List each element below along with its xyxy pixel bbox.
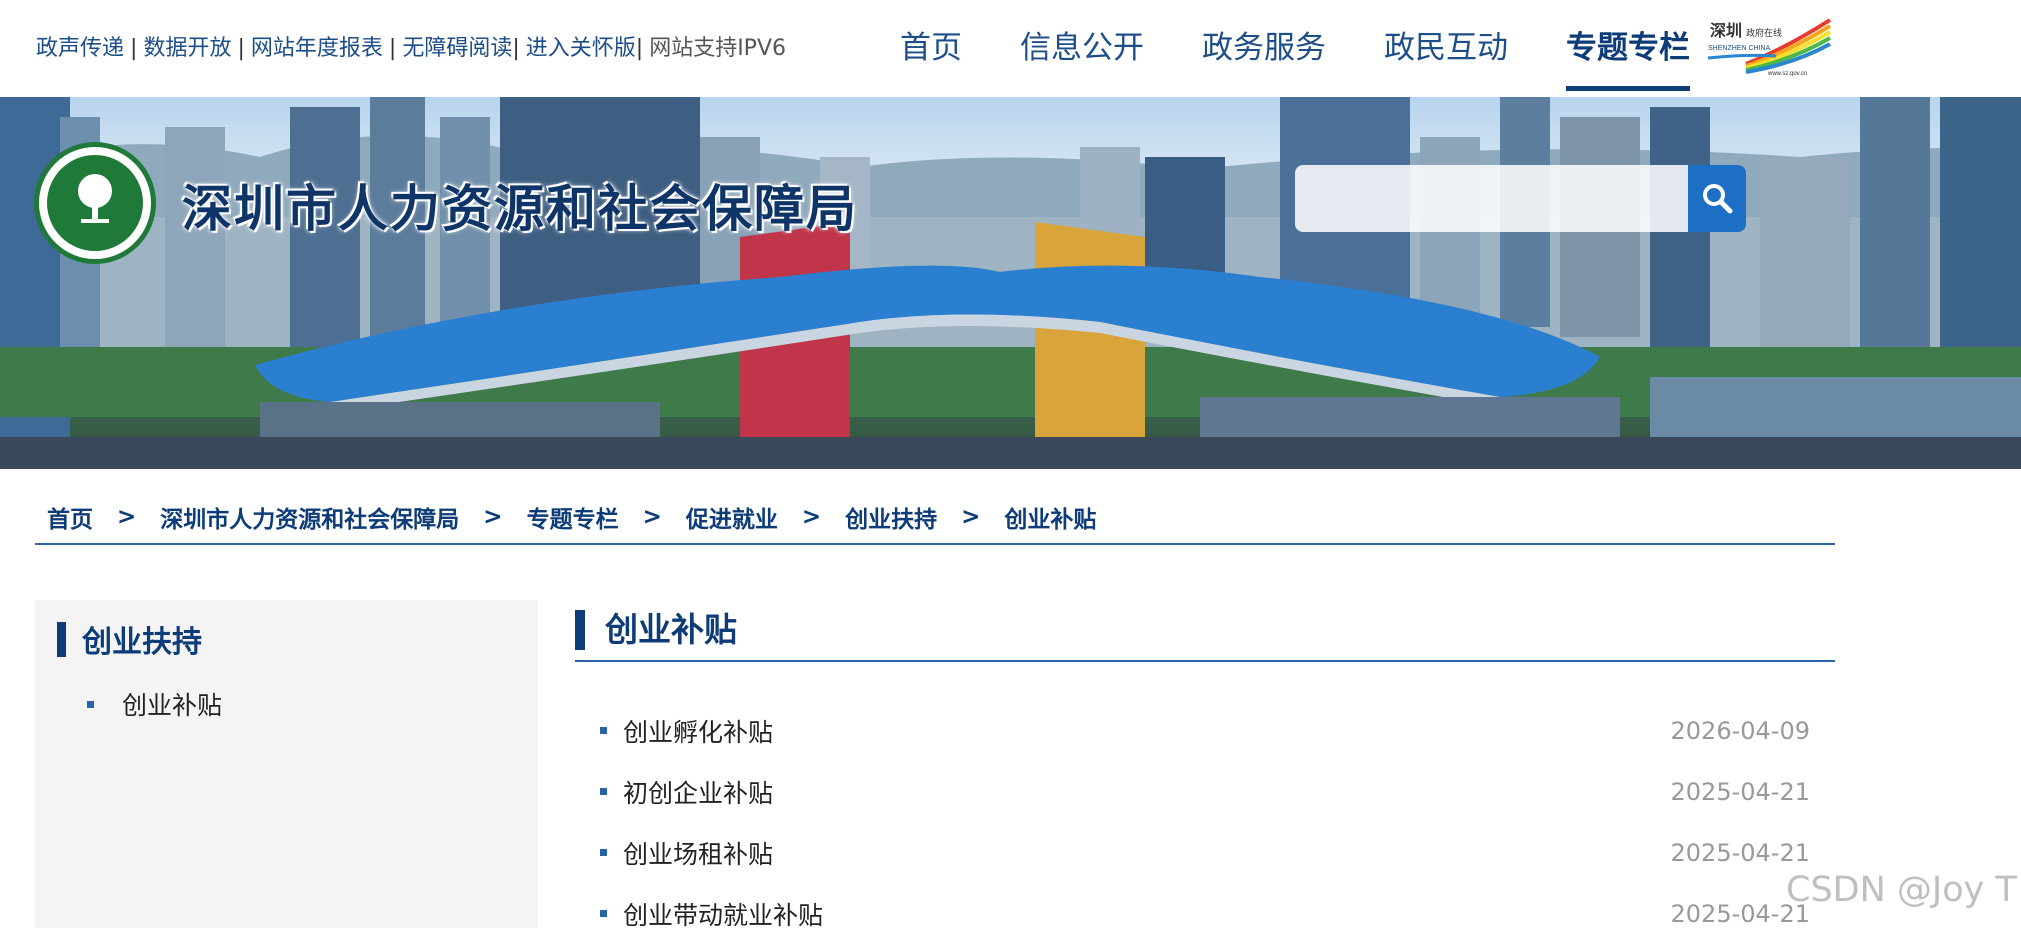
breadcrumb-separator: > [483,503,503,530]
article-date: 2025-04-21 [1670,777,1810,806]
nav-interaction[interactable]: 政民互动 [1384,0,1508,97]
heading-accent-bar [575,610,585,650]
sidebar-item-entrepreneurship-subsidy[interactable]: 创业补贴 [87,686,222,722]
separator: | [388,36,397,61]
bullet-icon [600,849,607,856]
breadcrumb-home[interactable]: 首页 [47,500,93,534]
civic-center-skyline-image [0,97,2021,469]
sidebar-heading-text: 创业扶持 [82,625,202,660]
bullet-icon [600,910,607,917]
link-data-open[interactable]: 数据开放 [143,36,231,61]
quick-links: 政声传递 | 数据开放 | 网站年度报表 | 无障碍阅读| 进入关怀版| 网站支持IPV6 [36,30,786,62]
nav-home[interactable]: 首页 [900,0,962,97]
main-nav: 首页 信息公开 政务服务 政民互动 专题专栏 [900,0,1724,97]
heading-accent-bar [57,621,66,657]
separator: | [130,36,138,61]
article-title[interactable]: 创业带动就业补贴 [623,896,823,932]
nav-info-disclosure[interactable]: 信息公开 [1020,0,1144,97]
content-heading-text: 创业补贴 [605,610,737,649]
article-list: 创业孵化补贴 2026-04-09 初创企业补贴 2025-04-21 创业场租… [600,700,1810,944]
breadcrumb-promote-employment[interactable]: 促进就业 [686,500,778,534]
search-button[interactable] [1688,165,1746,232]
breadcrumb-entrepreneurship-support[interactable]: 创业扶持 [845,500,937,534]
breadcrumb-separator: > [801,503,822,530]
article-title[interactable]: 创业孵化补贴 [623,713,773,749]
bureau-emblem-logo[interactable] [34,142,156,264]
bullet-icon [600,727,607,734]
breadcrumb-separator: > [117,503,137,530]
separator: | [635,36,644,61]
tree-icon [78,174,112,223]
breadcrumb-bureau[interactable]: 深圳市人力资源和社会保障局 [160,500,459,534]
article-title[interactable]: 初创企业补贴 [623,774,773,810]
csdn-watermark: CSDN @Joy T [1786,870,2017,910]
breadcrumb-separator: > [642,503,662,530]
nav-special-topics[interactable]: 专题专栏 [1566,0,1690,97]
sidebar-heading: 创业扶持 [57,620,202,660]
article-date: 2026-04-09 [1670,716,1810,745]
breadcrumb-separator: > [961,503,981,530]
list-item[interactable]: 创业孵化补贴 2026-04-09 [600,700,1810,761]
search-input[interactable] [1295,165,1688,232]
svg-text:SHENZHEN CHINA: SHENZHEN CHINA [1708,45,1771,52]
separator: | [237,36,245,61]
link-accessibility[interactable]: 无障碍阅读 [402,36,512,61]
breadcrumb-special-topics[interactable]: 专题专栏 [527,500,619,534]
sidebar: 创业扶持 创业补贴 [35,600,538,928]
search-icon [1703,184,1733,214]
shenzhen-gov-logo[interactable]: 深圳 政府在线 SHENZHEN CHINA www.sz.gov.cn [1706,18,1832,77]
list-item[interactable]: 创业带动就业补贴 2025-04-21 [600,883,1810,944]
breadcrumb: 首页 > 深圳市人力资源和社会保障局 > 专题专栏 > 促进就业 > 创业扶持 … [35,500,1835,545]
header-banner: 深圳市人力资源和社会保障局 [0,97,2021,469]
link-annual-report[interactable]: 网站年度报表 [251,36,383,61]
svg-text:深圳: 深圳 [1710,21,1742,40]
sidebar-item-label: 创业补贴 [122,691,223,720]
svg-text:政府在线: 政府在线 [1746,27,1782,39]
article-date: 2025-04-21 [1670,838,1810,867]
nav-government-services[interactable]: 政务服务 [1202,0,1326,97]
bullet-icon [600,788,607,795]
list-item[interactable]: 初创企业补贴 2025-04-21 [600,761,1810,822]
svg-text:www.sz.gov.cn: www.sz.gov.cn [1767,71,1807,76]
link-zhengsheng[interactable]: 政声传递 [36,36,124,61]
separator: | [512,36,520,61]
article-title[interactable]: 创业场租补贴 [623,835,773,871]
bullet-icon [87,700,94,708]
content-heading: 创业补贴 [575,610,1835,662]
breadcrumb-entrepreneurship-subsidy[interactable]: 创业补贴 [1004,500,1096,534]
top-header: 政声传递 | 数据开放 | 网站年度报表 | 无障碍阅读| 进入关怀版| 网站支持IPV6 首页… [0,0,2021,97]
list-item[interactable]: 创业场租补贴 2025-04-21 [600,822,1810,883]
ipv6-support-text: 网站支持IPV6 [649,36,786,61]
link-care-mode[interactable]: 进入关怀版 [526,36,636,61]
site-title: 深圳市人力资源和社会保障局 [182,180,858,238]
